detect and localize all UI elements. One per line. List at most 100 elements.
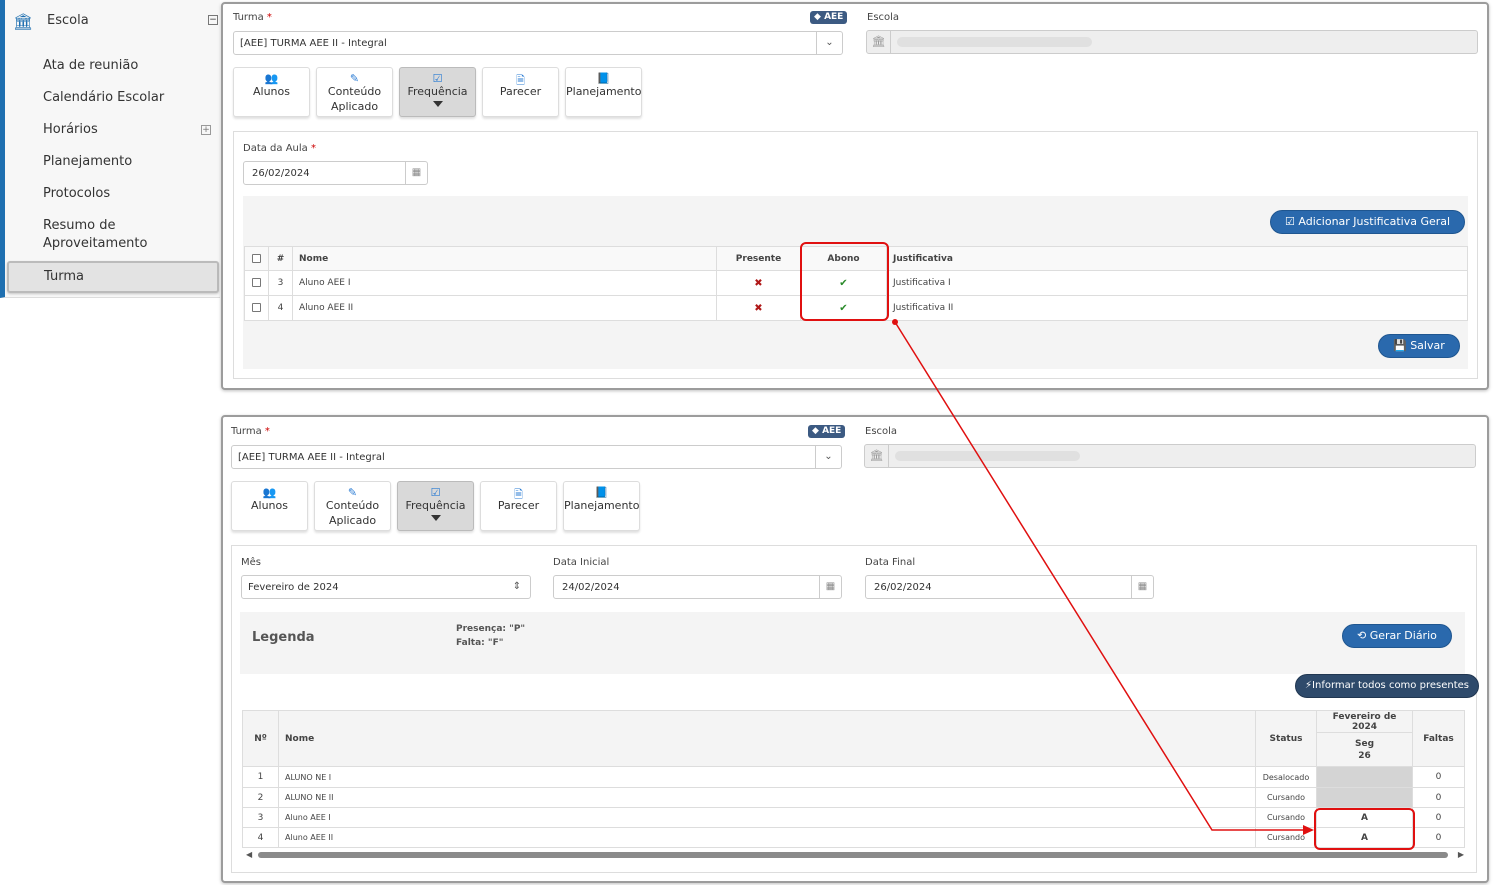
parecer-button[interactable]: 🗎 Parecer (480, 481, 557, 531)
salvar-label: Salvar (1410, 339, 1445, 352)
diario-table: Nº Nome Status Fevereiro de 2024 Faltas … (242, 710, 1465, 848)
row-status: Cursando (1255, 807, 1317, 828)
collapse-icon[interactable]: − (208, 15, 218, 25)
planejamento-button[interactable]: 📘 Planejamento (565, 67, 642, 117)
legenda-title: Legenda (252, 630, 315, 645)
sidebar-item-horarios[interactable]: Horários (43, 121, 98, 139)
col-month: Fevereiro de 2024 (1316, 710, 1413, 733)
conteudo-aplicado-button[interactable]: ✎ Conteúdo Aplicado (316, 67, 393, 117)
adicionar-justificativa-button[interactable]: ☑ Adicionar Justificativa Geral (1270, 210, 1466, 234)
row-faltas: 0 (1412, 766, 1465, 788)
data-final-label: Data Final (865, 557, 916, 568)
turma-label: Turma * (231, 426, 270, 437)
chevron-down-icon[interactable]: ⌄ (815, 446, 841, 468)
sidebar-header[interactable]: 🏛 Escola − (13, 10, 218, 34)
legenda-falta: Falta: "F" (456, 638, 504, 648)
data-aula-input[interactable]: 26/02/2024 ▦ (243, 161, 428, 185)
row-checkbox[interactable] (252, 303, 261, 312)
calendar-icon[interactable]: ▦ (405, 162, 427, 184)
calendar-icon[interactable]: ▦ (819, 576, 841, 598)
mes-select[interactable]: Fevereiro de 2024 ⇕ (241, 575, 531, 599)
conteudo-label: Conteúdo (325, 499, 380, 512)
select-all-checkbox[interactable] (252, 253, 261, 263)
alunos-button[interactable]: 👥 Alunos (231, 481, 308, 531)
table-row: 1 ALUNO NE I Desalocado 0 (242, 766, 1465, 788)
data-inicial-input[interactable]: 24/02/2024 ▦ (553, 575, 842, 599)
document-icon: 🗎 (514, 488, 523, 501)
magic-wand-icon: ✎ (347, 486, 358, 499)
expand-icon[interactable]: + (201, 125, 211, 135)
table-row: 2 ALUNO NE II Cursando 0 (242, 787, 1465, 808)
data-final-value: 26/02/2024 (874, 582, 932, 593)
magic-wand-icon: ✎ (349, 72, 360, 85)
col-justificativa: Justificativa (886, 246, 1468, 271)
check-square-icon: ☑ (1285, 215, 1295, 228)
row-justificativa[interactable]: Justificativa I (886, 270, 1468, 296)
chevron-down-icon[interactable]: ⌄ (816, 32, 842, 54)
book-icon: 📘 (594, 486, 609, 499)
day-name: Seg (1354, 738, 1375, 749)
row-checkbox-cell[interactable] (244, 295, 269, 321)
scroll-left-icon[interactable]: ◀ (246, 850, 252, 859)
sort-icon[interactable]: ⇕ (504, 576, 530, 598)
sidebar-item-protocolos[interactable]: Protocolos (43, 185, 110, 203)
conteudo-aplicado-button[interactable]: ✎ Conteúdo Aplicado (314, 481, 391, 531)
scrollbar-thumb[interactable] (258, 852, 1448, 858)
calendar-icon[interactable]: ▦ (1131, 576, 1153, 598)
parecer-button[interactable]: 🗎 Parecer (482, 67, 559, 117)
highlight-abono (800, 242, 889, 321)
sidebar-item-ata[interactable]: Ata de reunião (43, 57, 138, 75)
scroll-right-icon[interactable]: ▶ (1458, 850, 1464, 859)
aplicado-label: Aplicado (328, 514, 377, 527)
book-icon: 📘 (596, 72, 611, 85)
horizontal-scrollbar[interactable]: ◀ ▶ (246, 850, 1464, 859)
frequencia-button[interactable]: ☑ Frequência (397, 481, 474, 531)
aplicado-label: Aplicado (330, 100, 379, 113)
row-checkbox-cell[interactable] (244, 270, 269, 296)
check-square-icon: ☑ (430, 486, 441, 499)
data-inicial-label: Data Inicial (553, 557, 610, 568)
row-checkbox[interactable] (252, 278, 261, 287)
sidebar-item-turma[interactable]: Turma (7, 261, 219, 293)
highlight-abono-result (1314, 808, 1415, 850)
planejamento-button[interactable]: 📘 Planejamento (563, 481, 640, 531)
data-final-input[interactable]: 26/02/2024 ▦ (865, 575, 1154, 599)
mes-value: Fevereiro de 2024 (248, 582, 339, 593)
caret-down-icon (430, 515, 441, 521)
col-nome: Nome (278, 710, 1256, 767)
sidebar-item-resumo[interactable]: Resumo de (43, 217, 115, 235)
row-nome: Aluno AEE II (292, 295, 717, 321)
escola-label: Escola (867, 12, 900, 23)
salvar-button[interactable]: 💾 Salvar (1378, 334, 1460, 358)
informar-presentes-button[interactable]: ⚡Informar todos como presentes (1295, 674, 1479, 698)
frequencia-button[interactable]: ☑ Frequência (399, 67, 476, 117)
absent-icon[interactable]: ✖ (754, 278, 762, 289)
row-justificativa[interactable]: Justificativa II (886, 295, 1468, 321)
gerar-diario-button[interactable]: ⟲ Gerar Diário (1342, 624, 1452, 648)
parecer-label: Parecer (497, 499, 540, 512)
absent-icon[interactable]: ✖ (754, 303, 762, 314)
sidebar-item-resumo-line2[interactable]: Aproveitamento (43, 235, 147, 253)
alunos-button[interactable]: 👥 Alunos (233, 67, 310, 117)
sidebar-item-planejamento[interactable]: Planejamento (43, 153, 132, 171)
row-status: Desalocado (1255, 766, 1317, 788)
turma-select[interactable]: [AEE] TURMA AEE II - Integral ⌄ (231, 445, 842, 469)
table-row: 3 Aluno AEE I Cursando A 0 (242, 807, 1465, 828)
escola-field: 🏛 (866, 30, 1478, 54)
select-all-checkbox-cell[interactable] (244, 246, 269, 271)
check-square-icon: ☑ (432, 72, 443, 85)
row-num: 1 (242, 766, 279, 788)
col-presente: Presente (716, 246, 801, 271)
turma-label: Turma * (233, 12, 272, 23)
data-inicial-value: 24/02/2024 (562, 582, 620, 593)
row-num: 2 (242, 787, 279, 808)
sidebar-item-calendario[interactable]: Calendário Escolar (43, 89, 164, 107)
day-num: 26 (1358, 750, 1371, 761)
row-status: Cursando (1255, 787, 1317, 808)
col-day: Seg 26 (1316, 732, 1413, 767)
adicionar-label: Adicionar Justificativa Geral (1298, 215, 1451, 228)
row-day-cell (1316, 787, 1413, 808)
bank-icon: 🏛 (867, 31, 891, 53)
planejamento-label: Planejamento (564, 499, 640, 512)
turma-select[interactable]: [AEE] TURMA AEE II - Integral ⌄ (233, 31, 843, 55)
